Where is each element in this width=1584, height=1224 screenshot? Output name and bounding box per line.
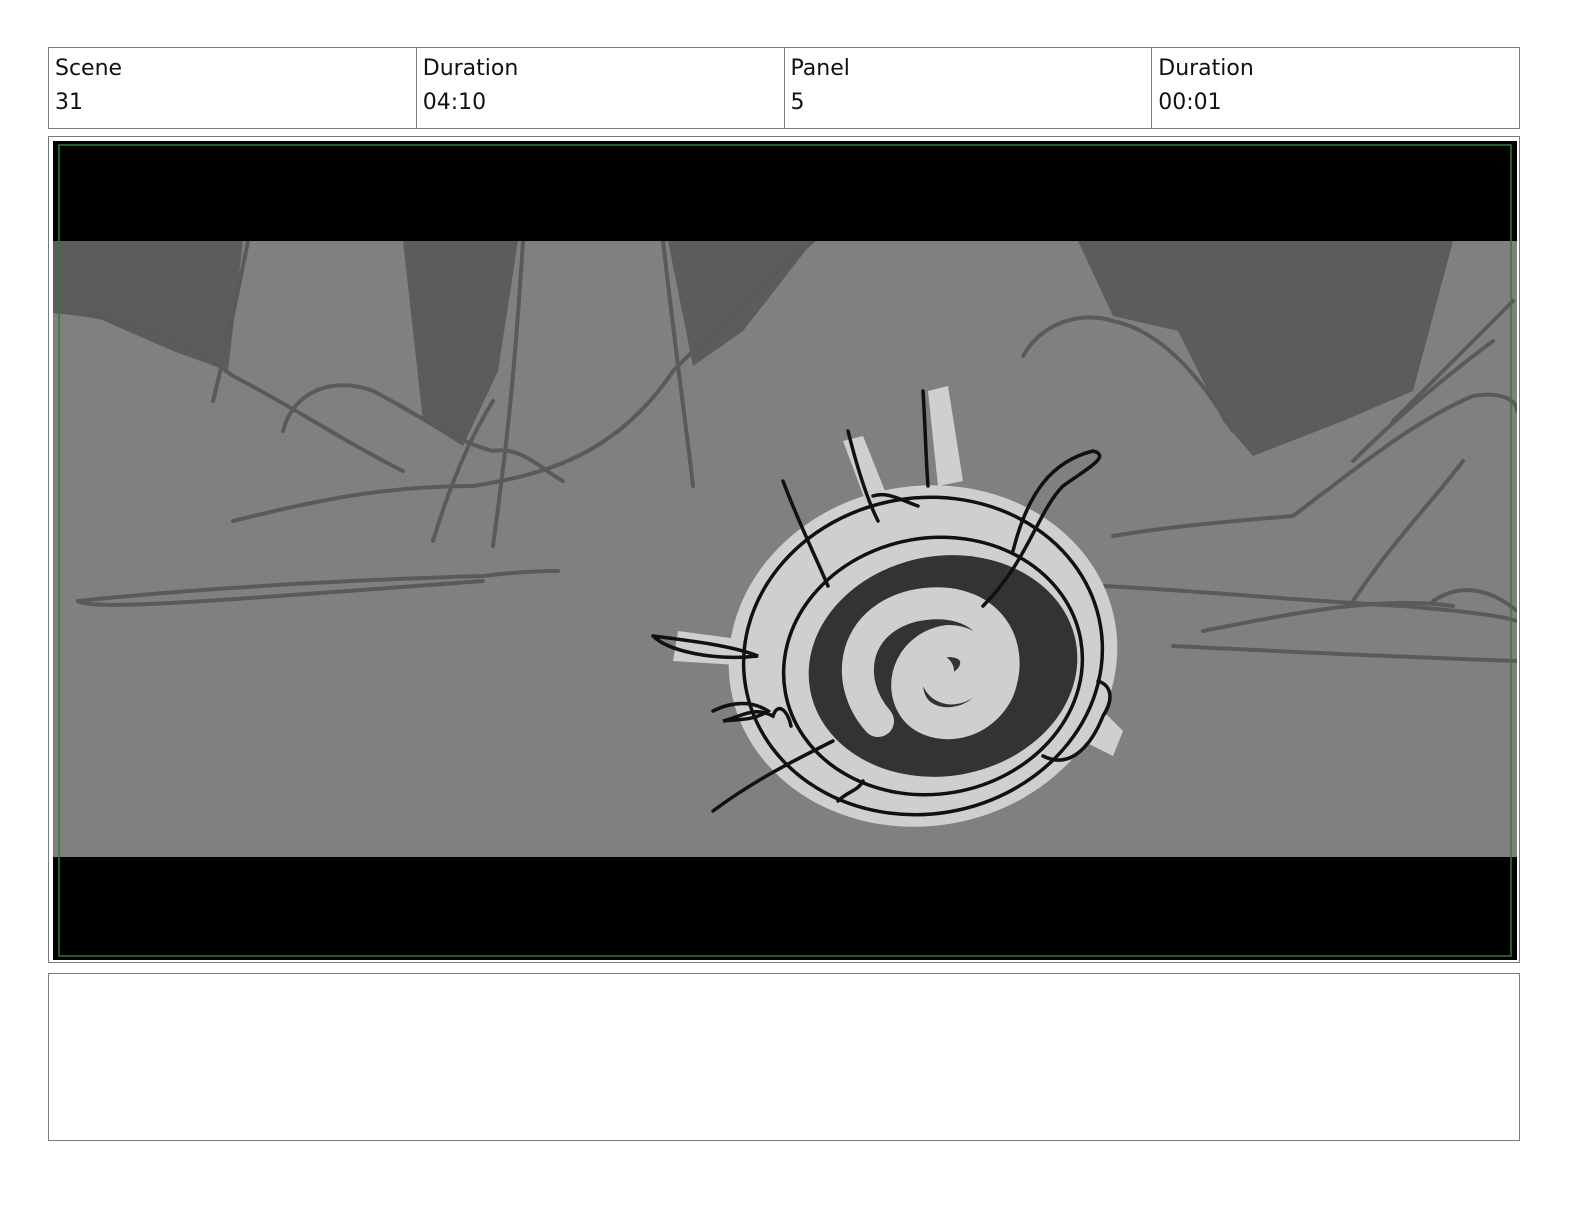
scene-duration-label: Duration (422, 56, 519, 81)
panel-duration-cell: Duration 00:01 (1152, 48, 1519, 128)
panel-duration-value: 00:01 (1158, 90, 1222, 115)
scene-cell: Scene 31 (49, 48, 417, 128)
storyboard-drawing (53, 141, 1517, 960)
letterbox-bottom (53, 857, 1517, 960)
scene-duration-cell: Duration 04:10 (417, 48, 785, 128)
panel-info-header: Scene 31 Duration 04:10 Panel 5 Duration… (48, 47, 1520, 129)
scene-label: Scene (55, 56, 123, 81)
panel-notes-box[interactable] (48, 973, 1520, 1141)
panel-cell: Panel 5 (785, 48, 1153, 128)
scene-value: 31 (55, 90, 83, 115)
panel-value: 5 (790, 90, 805, 115)
panel-label: Panel (790, 56, 850, 81)
panel-duration-label: Duration (1158, 56, 1254, 81)
letterbox-top (53, 141, 1517, 241)
scene-duration-value: 04:10 (422, 90, 487, 115)
storyboard-panel (48, 136, 1520, 963)
